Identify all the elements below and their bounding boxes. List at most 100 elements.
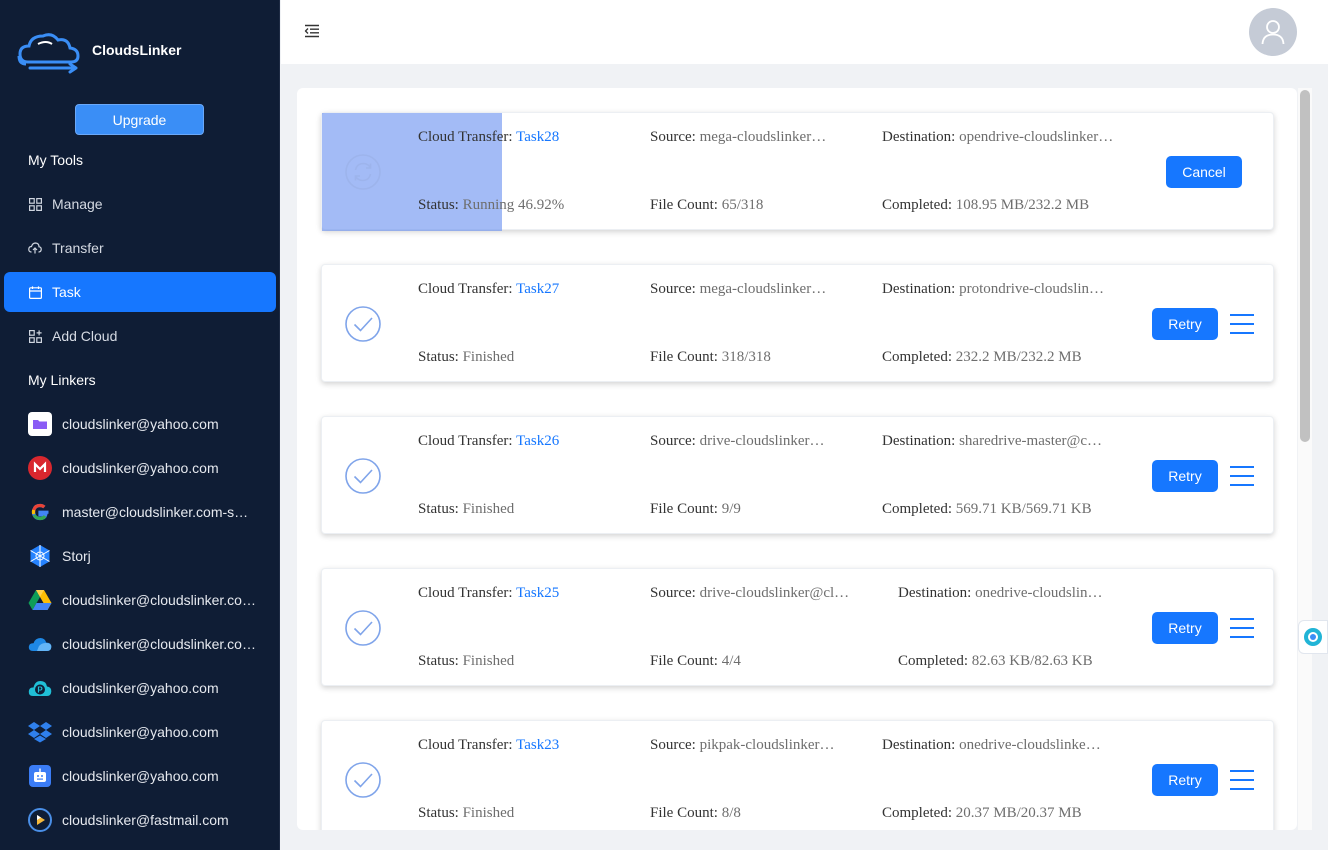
mega-icon	[28, 456, 52, 480]
app-logo[interactable]: CloudsLinker	[16, 24, 181, 80]
cloud-upload-icon	[28, 241, 42, 255]
linker-item[interactable]: master@cloudslinker.com-s…	[28, 499, 278, 525]
add-app-icon	[28, 329, 42, 343]
task-link[interactable]: Task26	[516, 433, 559, 449]
fastmail-icon	[28, 808, 52, 832]
assistant-icon	[1304, 628, 1322, 646]
box-icon	[28, 764, 52, 788]
source-field: Source: mega-cloudslinker…	[650, 281, 827, 297]
google-icon	[28, 500, 52, 524]
linker-item[interactable]: cloudslinker@cloudslinker.co…	[28, 631, 278, 657]
scrollbar-thumb[interactable]	[1300, 90, 1310, 442]
linker-item[interactable]: cloudslinker@yahoo.com	[28, 763, 278, 789]
more-menu-icon[interactable]	[1230, 768, 1254, 792]
sidebar-item-task[interactable]: Task	[4, 272, 276, 312]
task-link[interactable]: Task25	[516, 585, 559, 601]
source-field: Source: drive-cloudslinker…	[650, 433, 825, 449]
cloud-transfer-field: Cloud Transfer: Task23	[418, 737, 560, 753]
completed-field: Completed: 569.71 KB/569.71 KB	[882, 501, 1092, 517]
task-card-task27: Cloud Transfer: Task27 Source: mega-clou…	[321, 264, 1274, 382]
linker-label: cloudslinker@yahoo.com	[62, 416, 219, 432]
linker-label: cloudslinker@cloudslinker.co…	[62, 592, 256, 608]
menu-fold-icon[interactable]	[304, 23, 320, 39]
dropbox-icon	[28, 720, 52, 744]
completed-field: Completed: 20.37 MB/20.37 MB	[882, 805, 1082, 821]
onedrive-icon	[28, 632, 52, 656]
destination-field: Destination: opendrive-cloudslinker…	[882, 129, 1114, 145]
pcloud-icon: P	[28, 676, 52, 700]
file-count-field: File Count: 4/4	[650, 653, 741, 669]
task-card-task25: Cloud Transfer: Task25 Source: drive-clo…	[321, 568, 1274, 686]
cancel-button[interactable]: Cancel	[1166, 156, 1242, 188]
destination-field: Destination: protondrive-cloudslin…	[882, 281, 1105, 297]
sidebar-item-label: Transfer	[52, 240, 104, 256]
linker-item[interactable]: P cloudslinker@yahoo.com	[28, 675, 278, 701]
more-menu-icon[interactable]	[1230, 312, 1254, 336]
sidebar-item-label: Task	[52, 284, 81, 300]
task-link[interactable]: Task23	[516, 737, 559, 753]
grid-icon	[28, 197, 42, 211]
cloud-transfer-field: Cloud Transfer: Task26	[418, 433, 560, 449]
completed-field: Completed: 232.2 MB/232.2 MB	[882, 349, 1082, 365]
completed-field: Completed: 108.95 MB/232.2 MB	[882, 197, 1090, 213]
linker-label: cloudslinker@yahoo.com	[62, 680, 219, 696]
user-avatar[interactable]	[1249, 8, 1297, 56]
linker-item[interactable]: cloudslinker@fastmail.com	[28, 807, 278, 833]
finished-check-icon	[345, 762, 381, 798]
top-header	[281, 0, 1328, 64]
linker-label: cloudslinker@yahoo.com	[62, 460, 219, 476]
upgrade-button[interactable]: Upgrade	[75, 104, 204, 135]
destination-field: Destination: onedrive-cloudslinke…	[882, 737, 1101, 753]
source-field: Source: mega-cloudslinker…	[650, 129, 827, 145]
finished-check-icon	[345, 458, 381, 494]
task-link[interactable]: Task28	[516, 129, 559, 145]
sidebar-item-transfer[interactable]: Transfer	[4, 228, 276, 268]
destination-field: Destination: sharedrive-master@c…	[882, 433, 1102, 449]
linker-label: master@cloudslinker.com-s…	[62, 504, 249, 520]
retry-button[interactable]: Retry	[1152, 460, 1218, 492]
linker-label: cloudslinker@cloudslinker.co…	[62, 636, 256, 652]
my-linkers-title: My Linkers	[28, 372, 96, 388]
task-card-task23: Cloud Transfer: Task23 Source: pikpak-cl…	[321, 720, 1274, 830]
retry-button[interactable]: Retry	[1152, 612, 1218, 644]
status-field: Status: Finished	[418, 653, 515, 669]
linker-item[interactable]: cloudslinker@cloudslinker.co…	[28, 587, 278, 613]
retry-button[interactable]: Retry	[1152, 764, 1218, 796]
svg-text:P: P	[37, 686, 43, 695]
sidebar: CloudsLinker Upgrade My Tools Manage Tra…	[0, 0, 280, 850]
more-menu-icon[interactable]	[1230, 616, 1254, 640]
sidebar-item-manage[interactable]: Manage	[4, 184, 276, 224]
sidebar-item-add-cloud[interactable]: Add Cloud	[4, 316, 276, 356]
task-card-task28: Cloud Transfer: Task28 Source: mega-clou…	[321, 112, 1274, 231]
sidebar-item-label: Add Cloud	[52, 328, 118, 344]
calendar-icon	[28, 285, 42, 299]
linker-label: cloudslinker@fastmail.com	[62, 812, 229, 828]
sidebar-item-label: Manage	[52, 196, 103, 212]
linker-item[interactable]: cloudslinker@yahoo.com	[28, 411, 278, 437]
linker-item[interactable]: Storj	[28, 543, 278, 569]
task-list-panel: Cloud Transfer: Task28 Source: mega-clou…	[297, 88, 1297, 830]
status-field: Status: Finished	[418, 805, 515, 821]
running-sync-icon	[345, 154, 381, 190]
cloud-transfer-field: Cloud Transfer: Task27	[418, 281, 560, 297]
source-field: Source: pikpak-cloudslinker…	[650, 737, 835, 753]
completed-field: Completed: 82.63 KB/82.63 KB	[898, 653, 1093, 669]
task-card-task26: Cloud Transfer: Task26 Source: drive-clo…	[321, 416, 1274, 534]
my-tools-title: My Tools	[28, 152, 83, 168]
linker-item[interactable]: cloudslinker@yahoo.com	[28, 719, 278, 745]
storj-icon	[28, 544, 52, 568]
user-icon	[1261, 20, 1285, 45]
status-field: Status: Finished	[418, 501, 515, 517]
folder-purple-icon	[28, 412, 52, 436]
linker-item[interactable]: cloudslinker@yahoo.com	[28, 455, 278, 481]
file-count-field: File Count: 8/8	[650, 805, 741, 821]
task-link[interactable]: Task27	[516, 281, 559, 297]
linker-label: Storj	[62, 548, 91, 564]
finished-check-icon	[345, 306, 381, 342]
linker-label: cloudslinker@yahoo.com	[62, 768, 219, 784]
cloud-transfer-field: Cloud Transfer: Task28	[418, 129, 560, 145]
retry-button[interactable]: Retry	[1152, 308, 1218, 340]
more-menu-icon[interactable]	[1230, 464, 1254, 488]
floating-assistant-button[interactable]	[1298, 620, 1328, 654]
destination-field: Destination: onedrive-cloudslin…	[898, 585, 1103, 601]
